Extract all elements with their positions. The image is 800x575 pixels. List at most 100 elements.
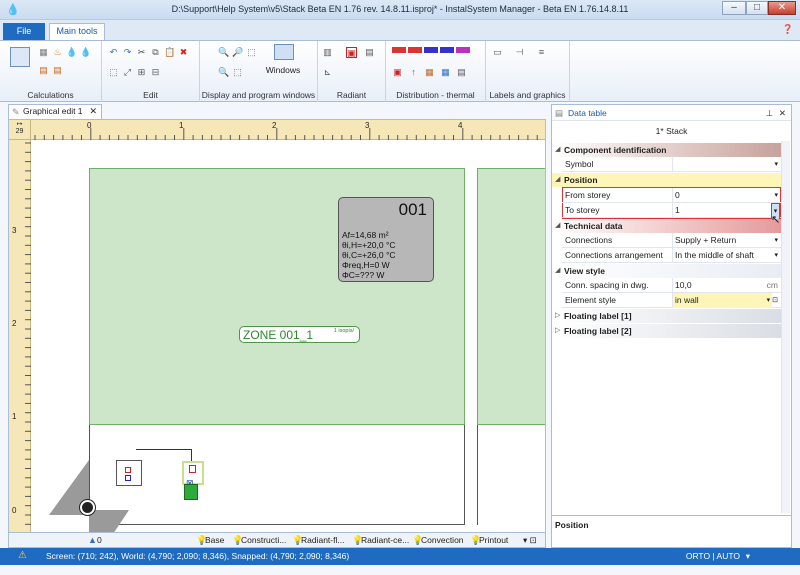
row-connections-arrangement[interactable]: Connections arrangement In the middle of…: [562, 248, 781, 263]
row-to-storey[interactable]: To storey 1 ▾: [562, 203, 781, 220]
room-lower-right[interactable]: [477, 425, 545, 525]
chevron-down-icon[interactable]: ▾: [774, 233, 778, 248]
chevron-down-icon[interactable]: ▾ ⊡: [767, 293, 778, 308]
tab-radiant-ceiling[interactable]: 💡 Radiant-ce...: [351, 534, 411, 547]
group-display: 🔍 🔎 ⬚ 🔍 ⬚ Windows Display and program wi…: [200, 41, 318, 102]
calculator-icon[interactable]: [10, 47, 30, 67]
category-view-style[interactable]: ◢ View style: [552, 264, 781, 278]
row-connections[interactable]: Connections Supply + Return ▾: [562, 233, 781, 248]
report2-icon[interactable]: ▤: [52, 65, 63, 76]
pin-icon[interactable]: ⊥: [766, 105, 773, 121]
room-info-box[interactable]: 001 Af=14,68 m² θi,H=+20,0 °C θi,C=+26,0…: [338, 197, 434, 282]
row-conn-arr-value[interactable]: In the middle of shaft: [672, 248, 772, 263]
group-icon[interactable]: ⊞: [136, 67, 147, 78]
chevron-down-icon[interactable]: ▾: [774, 188, 778, 203]
radiant-list-icon[interactable]: ▤: [364, 47, 375, 58]
tab-radiant-floor[interactable]: 💡 Radiant-fl...: [291, 534, 351, 547]
maximize-button[interactable]: □: [746, 1, 768, 15]
riser-icon[interactable]: ↑: [408, 67, 419, 78]
zoom-in-icon[interactable]: 🔍: [218, 47, 229, 58]
pump-icon[interactable]: ▦: [440, 67, 451, 78]
select-icon[interactable]: ⬚: [108, 67, 119, 78]
tab-base[interactable]: 💡 Base: [195, 534, 231, 547]
row-spacing[interactable]: Conn. spacing in dwg. 10,0 cm: [562, 278, 781, 293]
zone-label[interactable]: ZONE 001_1 1 isopis/: [239, 326, 360, 343]
category-position[interactable]: ◢ Position: [552, 173, 781, 187]
row-from-storey-value[interactable]: 0: [672, 188, 772, 203]
pipe-red2-icon[interactable]: [408, 47, 422, 53]
valve-icon[interactable]: ▦: [424, 67, 435, 78]
tab-printout[interactable]: 💡 Printout: [469, 534, 517, 547]
zoom-all-icon[interactable]: 🔍: [218, 67, 229, 78]
symbol-box[interactable]: [116, 460, 142, 486]
flame-icon[interactable]: ♨: [52, 47, 63, 58]
delete-icon[interactable]: ✖: [178, 47, 189, 58]
radiant-panel-icon[interactable]: ▣: [346, 47, 357, 58]
drop-red-icon[interactable]: 💧: [80, 47, 91, 58]
close-icon[interactable]: ✕: [89, 105, 97, 118]
row-symbol[interactable]: Symbol ▾: [562, 157, 781, 172]
windows-button[interactable]: Windows: [260, 65, 306, 75]
tab-main-tools[interactable]: Main tools: [49, 23, 105, 40]
chevron-down-icon[interactable]: ▾: [774, 157, 778, 172]
zoom-window-icon[interactable]: ⬚: [246, 47, 257, 58]
close-icon[interactable]: ✕: [779, 105, 786, 121]
redo-icon[interactable]: ↷: [122, 47, 133, 58]
zone-area-right[interactable]: [477, 168, 545, 425]
stack-foot[interactable]: [184, 484, 198, 500]
radiant-chart-icon[interactable]: ⊾: [322, 67, 333, 78]
zoom-extents-icon[interactable]: ⬚: [232, 67, 243, 78]
tab-graphical-edit[interactable]: ✎ Graphical edit 1 ✕: [8, 104, 102, 119]
close-button[interactable]: ✕: [768, 1, 796, 15]
cut-icon[interactable]: ✂: [136, 47, 147, 58]
array-icon[interactable]: ⊟: [150, 67, 161, 78]
row-element-style-value[interactable]: in wall: [672, 293, 772, 308]
panel-scrollbar[interactable]: [781, 141, 790, 513]
row-connections-key: Connections: [565, 235, 613, 245]
row-spacing-value[interactable]: 10,0: [672, 278, 772, 293]
tab-construction[interactable]: 💡 Constructi...: [231, 534, 291, 547]
pipe-blue-icon[interactable]: [424, 47, 438, 53]
row-from-storey[interactable]: From storey 0 ▾: [562, 188, 781, 203]
label-line-icon[interactable]: ⊣: [514, 47, 525, 58]
zoom-out-icon[interactable]: 🔎: [232, 47, 243, 58]
row-element-style[interactable]: Element style in wall ▾ ⊡: [562, 293, 781, 308]
row-symbol-value[interactable]: [672, 157, 772, 172]
minimize-button[interactable]: –: [722, 1, 746, 15]
grid-icon[interactable]: ▦: [38, 47, 49, 58]
help-icon[interactable]: ❓: [782, 24, 794, 36]
drop-icon[interactable]: 💧: [66, 47, 77, 58]
drawing-canvas[interactable]: ↦ 29 0 1 2 3 4 3 2 1 0 001 Af=14,68 m² θ…: [8, 119, 546, 533]
mode-dropdown-icon[interactable]: ▾: [746, 551, 750, 562]
tabs-dropdown-icon[interactable]: ▾ ⊡: [521, 534, 545, 547]
label-list-icon[interactable]: ≡: [536, 47, 547, 58]
row-to-storey-value[interactable]: 1: [672, 203, 772, 218]
paste-icon[interactable]: 📋: [164, 47, 175, 58]
warning-icon[interactable]: ⚠: [18, 550, 27, 561]
tab-file[interactable]: File: [3, 23, 45, 40]
category-floating-label-1[interactable]: ▷ Floating label [1]: [552, 309, 781, 323]
tab-base-label: Base: [205, 535, 225, 545]
move-icon[interactable]: ⤢: [122, 67, 133, 78]
pipe-blue2-icon[interactable]: [440, 47, 454, 53]
device-icon[interactable]: ▤: [456, 67, 467, 78]
pipe-red-icon[interactable]: [392, 47, 406, 53]
undo-icon[interactable]: ↶: [108, 47, 119, 58]
fitting-icon[interactable]: ▣: [392, 67, 403, 78]
room-lower[interactable]: [89, 425, 465, 525]
label-icon[interactable]: ▭: [492, 47, 503, 58]
pipe-purple-icon[interactable]: [456, 47, 470, 53]
windows-icon[interactable]: [274, 44, 294, 60]
report-icon[interactable]: ▤: [38, 65, 49, 76]
drawing-area[interactable]: 001 Af=14,68 m² θi,H=+20,0 °C θi,C=+26,0…: [31, 140, 545, 532]
category-technical[interactable]: ◢ Technical data: [552, 219, 781, 233]
copy-icon[interactable]: ⧉: [150, 47, 161, 58]
storey-level[interactable]: ▲ 0: [87, 534, 115, 547]
tab-convection[interactable]: 💡 Convection: [411, 534, 469, 547]
radiant-pipe-icon[interactable]: ▥: [322, 47, 333, 58]
category-component[interactable]: ◢ Component identification: [552, 143, 781, 157]
chevron-down-icon[interactable]: ▾: [774, 248, 778, 263]
row-connections-value[interactable]: Supply + Return: [672, 233, 772, 248]
category-floating-label-2[interactable]: ▷ Floating label [2]: [552, 324, 781, 338]
snap-mode[interactable]: ORTO | AUTO: [686, 551, 740, 561]
